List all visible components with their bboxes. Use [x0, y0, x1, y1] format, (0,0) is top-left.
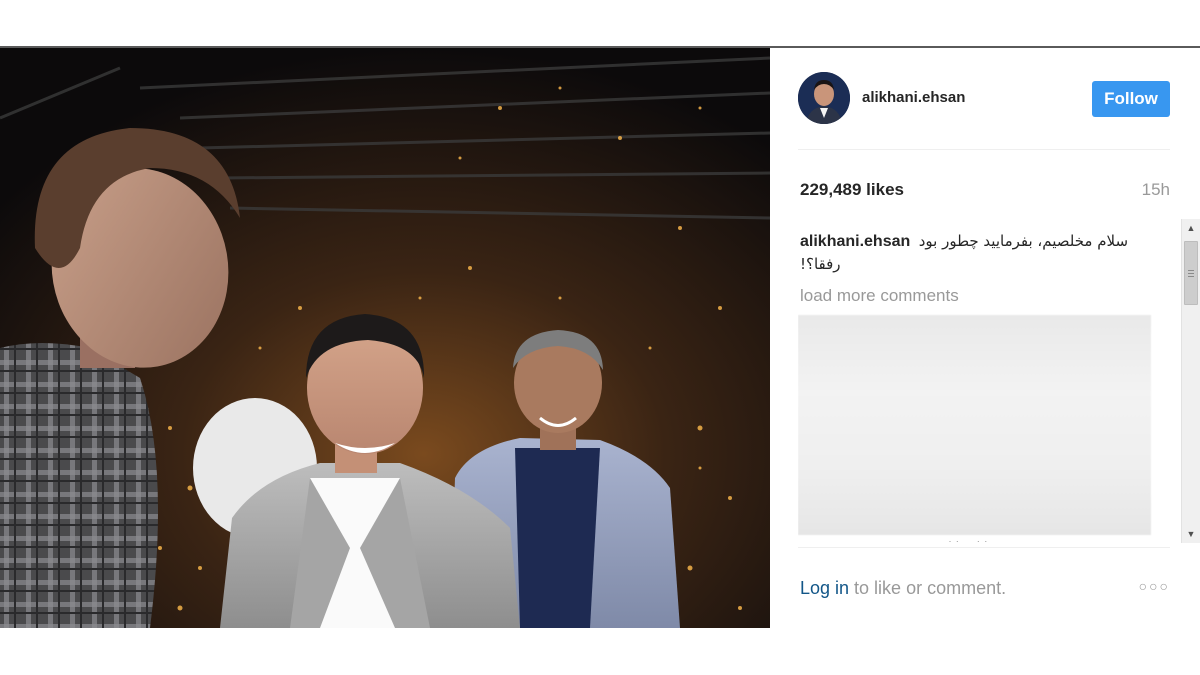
load-more-comments-link[interactable]: load more comments [800, 286, 959, 306]
thumb-grip-line [1188, 270, 1194, 271]
follow-button[interactable]: Follow [1092, 81, 1170, 117]
header-divider [798, 149, 1170, 150]
scroll-down-arrow-icon[interactable]: ▼ [1182, 525, 1200, 543]
login-prompt-text: to like or comment. [849, 578, 1007, 598]
footer-divider [798, 547, 1170, 548]
post-sidebar: alikhani.ehsan Follow 229,489 likes 15h … [770, 48, 1200, 628]
more-options-icon[interactable]: ○○○ [1139, 578, 1170, 594]
scroll-up-arrow-icon[interactable]: ▲ [1182, 219, 1200, 237]
thumb-grip-line [1188, 276, 1194, 277]
likes-count[interactable]: 229,489 likes [800, 180, 904, 200]
post-timestamp[interactable]: 15h [1142, 180, 1170, 200]
blurred-comments [798, 315, 1151, 535]
thumb-grip-line [1188, 273, 1194, 274]
comments-scrollbar[interactable]: ▲ ▼ [1181, 219, 1200, 543]
caption-username[interactable]: alikhani.ehsan [800, 233, 910, 250]
partially-hidden-comment: · · ـ ـ · · [948, 534, 988, 542]
post-photo[interactable] [0, 48, 770, 628]
avatar[interactable] [798, 72, 850, 124]
selfie-image [0, 48, 770, 628]
login-link[interactable]: Log in [800, 578, 849, 598]
post-username[interactable]: alikhani.ehsan [862, 89, 965, 106]
post-header: alikhani.ehsan Follow [798, 72, 1170, 126]
comments-section: alikhani.ehsan سلام مخلصیم، بفرمایید چطو… [798, 218, 1180, 542]
login-prompt: Log in to like or comment. [800, 578, 1006, 599]
post-caption: alikhani.ehsan سلام مخلصیم، بفرمایید چطو… [800, 230, 1150, 276]
scroll-thumb[interactable] [1184, 241, 1198, 305]
